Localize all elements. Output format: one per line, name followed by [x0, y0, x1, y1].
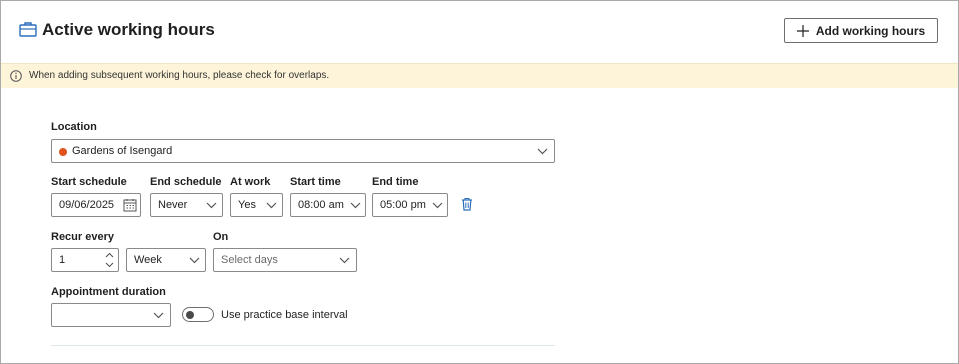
chevron-down-icon [266, 202, 277, 209]
chevron-down-icon [432, 202, 443, 209]
on-label: On [213, 231, 229, 243]
appointment-duration-select[interactable] [51, 303, 171, 327]
end-time-value: 05:00 pm [380, 199, 426, 211]
start-time-label: Start time [290, 176, 341, 188]
location-label: Location [51, 121, 97, 133]
at-work-value: Yes [238, 199, 256, 211]
overlap-warning-banner: When adding subsequent working hours, pl… [1, 63, 958, 88]
appointment-duration-label: Appointment duration [51, 286, 166, 298]
recur-every-value: 1 [59, 254, 66, 266]
add-working-hours-button[interactable]: Add working hours [784, 18, 938, 43]
plus-icon [796, 24, 809, 37]
location-value: Gardens of Isengard [72, 145, 173, 157]
chevron-down-icon [189, 257, 200, 264]
recur-unit-select[interactable]: Week [126, 248, 206, 272]
end-schedule-select[interactable]: Never [150, 193, 223, 217]
chevron-down-icon [153, 312, 164, 319]
stepper-arrows-icon[interactable] [105, 251, 114, 269]
briefcase-icon [19, 22, 37, 37]
page-title: Active working hours [42, 20, 215, 39]
use-base-interval-label: Use practice base interval [221, 309, 348, 321]
calendar-icon[interactable] [123, 198, 137, 212]
working-hours-panel: Active working hours Add working hours W… [0, 0, 959, 364]
start-schedule-datepicker[interactable]: 09/06/2025 [51, 193, 141, 217]
end-schedule-label: End schedule [150, 176, 222, 188]
recur-unit-value: Week [134, 254, 162, 266]
use-base-interval-toggle[interactable] [182, 307, 214, 322]
trash-icon[interactable] [461, 197, 473, 211]
banner-text: When adding subsequent working hours, pl… [29, 70, 330, 81]
start-schedule-label: Start schedule [51, 176, 127, 188]
recur-every-stepper[interactable]: 1 [51, 248, 119, 272]
toggle-knob [186, 311, 194, 319]
recur-every-label: Recur every [51, 231, 114, 243]
on-days-select[interactable]: Select days [213, 248, 357, 272]
start-time-value: 08:00 am [298, 199, 344, 211]
info-icon [10, 70, 22, 82]
chevron-down-icon [339, 257, 350, 264]
at-work-label: At work [230, 176, 271, 188]
start-time-select[interactable]: 08:00 am [290, 193, 366, 217]
end-schedule-value: Never [158, 199, 188, 211]
on-days-placeholder: Select days [221, 254, 278, 266]
end-time-label: End time [372, 176, 419, 188]
section-divider [51, 345, 555, 346]
end-time-select[interactable]: 05:00 pm [372, 193, 448, 217]
location-color-dot [59, 148, 67, 156]
chevron-down-icon [350, 202, 361, 209]
at-work-select[interactable]: Yes [230, 193, 283, 217]
location-select[interactable]: Gardens of Isengard [51, 139, 555, 163]
add-working-hours-label: Add working hours [815, 23, 926, 38]
start-schedule-value: 09/06/2025 [59, 199, 115, 211]
chevron-down-icon [206, 202, 217, 209]
panel-header: Active working hours Add working hours [1, 1, 958, 63]
chevron-down-icon [537, 148, 548, 155]
